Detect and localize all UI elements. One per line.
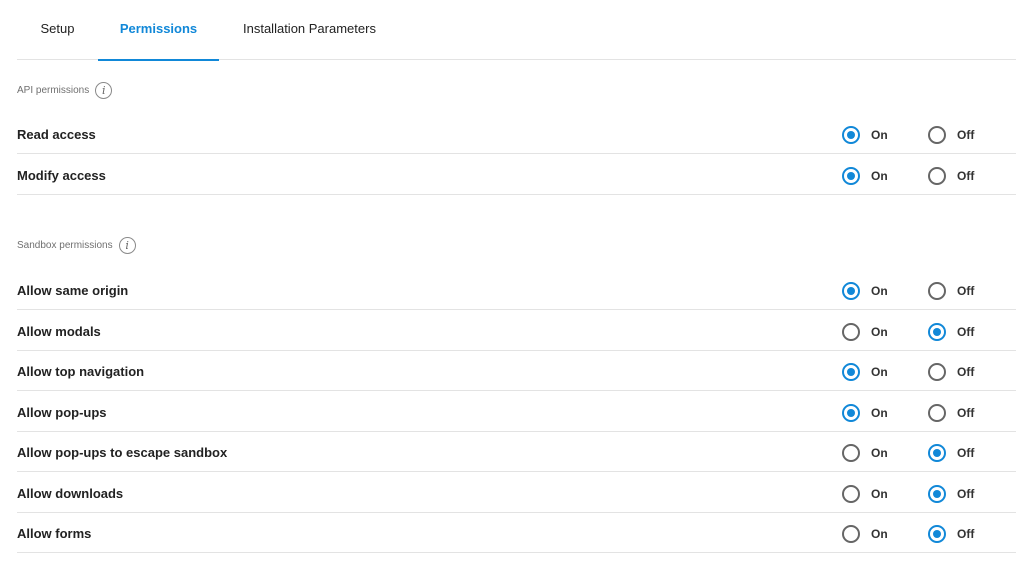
radio-off-button[interactable] bbox=[928, 444, 946, 462]
radio-on-option[interactable]: On bbox=[842, 282, 888, 300]
radio-on-option[interactable]: On bbox=[842, 525, 888, 543]
radio-off-button[interactable] bbox=[928, 282, 946, 300]
radio-off-label: Off bbox=[957, 405, 975, 420]
radio-on-label: On bbox=[871, 446, 888, 460]
radio-off-option[interactable]: Off bbox=[928, 322, 975, 341]
tab-bar: Setup Permissions Installation Parameter… bbox=[17, 0, 1016, 61]
radio-on-option[interactable]: On bbox=[842, 444, 888, 462]
permission-row: Read access On Off bbox=[17, 114, 1016, 154]
permission-row: Allow forms On Off bbox=[17, 513, 1016, 553]
radio-off-label: Off bbox=[957, 168, 975, 183]
permission-label: Allow modals bbox=[17, 323, 101, 339]
sandbox-permissions-header: Sandbox permissions i bbox=[17, 237, 136, 254]
radio-off-button[interactable] bbox=[928, 525, 946, 543]
radio-off-option[interactable]: Off bbox=[928, 403, 975, 422]
radio-on-option[interactable]: On bbox=[842, 166, 888, 185]
radio-off-option[interactable]: Off bbox=[928, 525, 974, 543]
permission-row: Allow modals On Off bbox=[17, 311, 1016, 351]
radio-on-label: On bbox=[871, 365, 888, 379]
radio-off-option[interactable]: Off bbox=[928, 484, 975, 503]
radio-on-button[interactable] bbox=[842, 363, 860, 381]
permission-row: Allow top navigation On Off bbox=[17, 351, 1016, 391]
permission-label: Allow pop-ups bbox=[17, 404, 107, 420]
tab-installation-parameters[interactable]: Installation Parameters bbox=[243, 0, 377, 60]
info-icon[interactable]: i bbox=[118, 237, 136, 254]
radio-on-label: On bbox=[871, 324, 888, 339]
radio-on-button[interactable] bbox=[842, 282, 860, 300]
radio-off-label: Off bbox=[957, 486, 975, 501]
radio-on-button[interactable] bbox=[842, 444, 860, 462]
radio-off-label: Off bbox=[957, 284, 975, 298]
radio-off-button[interactable] bbox=[928, 166, 946, 185]
radio-on-label: On bbox=[871, 527, 888, 541]
section-title: Sandbox permissions bbox=[17, 240, 113, 251]
radio-on-option[interactable]: On bbox=[842, 484, 888, 503]
radio-on-option[interactable]: On bbox=[842, 322, 888, 341]
section-title: API permissions bbox=[17, 85, 90, 96]
radio-on-label: On bbox=[871, 405, 888, 420]
radio-on-label: On bbox=[871, 168, 888, 183]
permission-row: Allow same origin On Off bbox=[17, 270, 1016, 310]
radio-off-label: Off bbox=[957, 365, 975, 379]
radio-off-option[interactable]: Off bbox=[928, 363, 974, 381]
radio-off-button[interactable] bbox=[928, 363, 946, 381]
radio-off-option[interactable]: Off bbox=[928, 444, 974, 462]
radio-on-button[interactable] bbox=[842, 126, 860, 144]
radio-off-option[interactable]: Off bbox=[928, 282, 974, 300]
radio-off-label: Off bbox=[957, 128, 975, 142]
radio-off-label: Off bbox=[957, 446, 975, 460]
permission-label: Allow forms bbox=[17, 526, 92, 541]
radio-off-option[interactable]: Off bbox=[928, 126, 974, 144]
radio-off-button[interactable] bbox=[928, 126, 946, 144]
info-icon[interactable]: i bbox=[95, 82, 113, 99]
permission-label: Allow top navigation bbox=[17, 364, 145, 379]
radio-off-option[interactable]: Off bbox=[928, 166, 975, 185]
radio-off-label: Off bbox=[957, 527, 975, 541]
radio-on-option[interactable]: On bbox=[842, 363, 888, 381]
radio-on-option[interactable]: On bbox=[842, 126, 888, 144]
permissions-panel: Setup Permissions Installation Parameter… bbox=[17, 0, 1016, 553]
radio-off-label: Off bbox=[957, 324, 975, 339]
permission-row: Allow downloads On Off bbox=[17, 473, 1016, 513]
permission-row: Modify access On Off bbox=[17, 155, 1016, 195]
permission-row: Allow pop-ups On Off bbox=[17, 392, 1016, 432]
radio-on-label: On bbox=[871, 486, 888, 501]
radio-on-button[interactable] bbox=[842, 166, 860, 185]
permission-label: Allow same origin bbox=[17, 283, 129, 298]
permission-label: Allow downloads bbox=[17, 485, 124, 501]
radio-on-button[interactable] bbox=[842, 484, 860, 503]
radio-on-option[interactable]: On bbox=[842, 403, 888, 422]
tab-setup[interactable]: Setup bbox=[17, 0, 98, 60]
radio-off-button[interactable] bbox=[928, 484, 946, 503]
tab-permissions[interactable]: Permissions bbox=[98, 0, 219, 61]
permission-label: Read access bbox=[17, 127, 96, 142]
permission-label: Modify access bbox=[17, 167, 106, 183]
radio-on-button[interactable] bbox=[842, 525, 860, 543]
radio-off-button[interactable] bbox=[928, 322, 946, 341]
radio-on-button[interactable] bbox=[842, 322, 860, 341]
radio-off-button[interactable] bbox=[928, 403, 946, 422]
permission-label: Allow pop-ups to escape sandbox bbox=[17, 445, 228, 460]
radio-on-button[interactable] bbox=[842, 403, 860, 422]
radio-on-label: On bbox=[871, 284, 888, 298]
api-permissions-header: API permissions i bbox=[17, 82, 113, 99]
radio-on-label: On bbox=[871, 128, 888, 142]
permission-row: Allow pop-ups to escape sandbox On Off bbox=[17, 432, 1016, 472]
